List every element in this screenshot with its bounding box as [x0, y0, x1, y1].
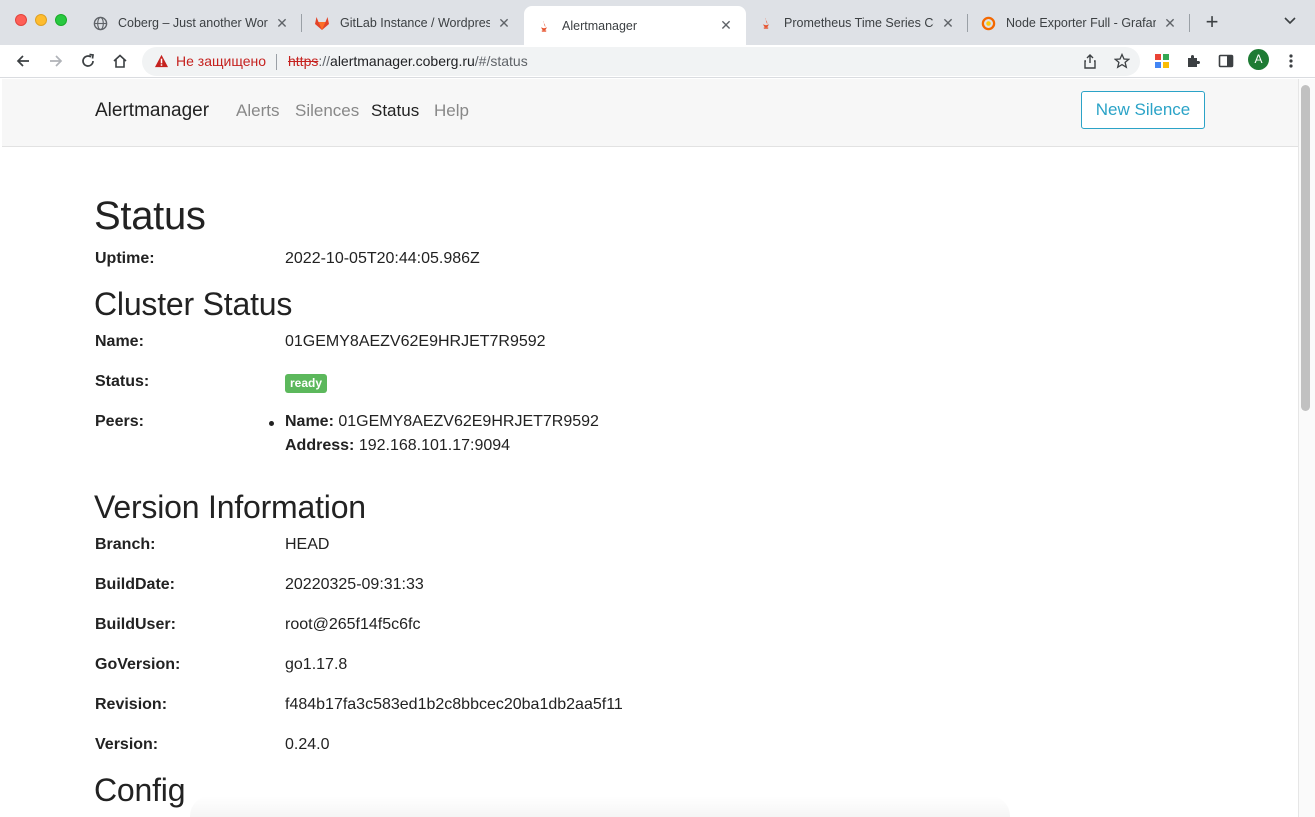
tab-title: GitLab Instance / Wordpress	[340, 16, 490, 30]
tab-divider	[1189, 14, 1190, 32]
bookmark-star-icon[interactable]	[1113, 52, 1131, 70]
cluster-status-label: Status:	[95, 373, 150, 390]
url-scheme: https	[288, 53, 319, 69]
close-tab-icon[interactable]: ✕	[274, 15, 290, 32]
maximize-window-button[interactable]	[55, 14, 67, 26]
grafana-icon	[980, 15, 996, 31]
build-date-value: 20220325-09:31:33	[285, 576, 424, 593]
gitlab-icon	[314, 15, 330, 31]
warning-icon[interactable]	[154, 54, 169, 73]
share-icon[interactable]	[1081, 52, 1099, 70]
go-version-value: go1.17.8	[285, 656, 348, 673]
uptime-value: 2022-10-05T20:44:05.986Z	[285, 250, 480, 267]
tab-title: Alertmanager	[562, 18, 638, 33]
reload-button[interactable]	[76, 49, 100, 73]
omnibox-divider	[276, 54, 277, 70]
browser-menu-button[interactable]	[1280, 50, 1302, 72]
prometheus-icon	[758, 15, 774, 31]
version-info-heading: Version Information	[94, 489, 366, 525]
reading-list-icon[interactable]	[1215, 50, 1237, 72]
url-separator: ://	[318, 53, 331, 69]
new-tab-button[interactable]: +	[1200, 11, 1224, 35]
url-text[interactable]: https://alertmanager.coberg.ru/#/status	[288, 53, 528, 69]
peer-name-value: 01GEMY8AEZV62E9HRJET7R9592	[338, 413, 599, 430]
close-tab-icon[interactable]: ✕	[940, 15, 956, 32]
chevron-down-icon	[1284, 17, 1296, 25]
nav-link-status[interactable]: Status	[371, 101, 419, 121]
home-button[interactable]	[108, 49, 132, 73]
arrow-right-icon	[50, 55, 63, 67]
peer-name: Name: 01GEMY8AEZV62E9HRJET7R9592	[285, 413, 599, 431]
browser-tab[interactable]: GitLab Instance / Wordpress ✕	[302, 6, 524, 40]
page-title: Status	[94, 194, 206, 238]
url-host: alertmanager.coberg.ru	[330, 53, 475, 69]
tab-title: Prometheus Time Series Co	[784, 16, 934, 30]
revision-value: f484b17fa3c583ed1b2c8bbcec20ba1db2aa5f11	[285, 696, 623, 713]
go-version-label: GoVersion:	[95, 656, 181, 673]
scrollbar-thumb[interactable]	[1301, 85, 1310, 411]
tab-title: Coberg – Just another Word	[118, 16, 268, 30]
bottom-shadow	[190, 796, 1010, 817]
minimize-window-button[interactable]	[35, 14, 47, 26]
nav-link-silences[interactable]: Silences	[295, 101, 359, 121]
reload-icon	[82, 53, 94, 67]
arrow-left-icon	[16, 55, 29, 67]
page-content: Alertmanager Alerts Silences Status Help…	[2, 79, 1298, 817]
build-date-label: BuildDate:	[95, 576, 175, 593]
close-tab-icon[interactable]: ✕	[1162, 15, 1178, 32]
prometheus-icon	[536, 18, 552, 34]
cluster-name-value: 01GEMY8AEZV62E9HRJET7R9592	[285, 333, 546, 350]
peer-name-label: Name:	[285, 413, 334, 430]
tab-title: Node Exporter Full - Grafan	[1006, 16, 1156, 30]
forward-button[interactable]	[44, 49, 68, 73]
uptime-label: Uptime:	[95, 250, 155, 267]
build-user-value: root@265f14f5c6fc	[285, 616, 421, 633]
revision-label: Revision:	[95, 696, 168, 713]
tab-search-button[interactable]	[1280, 13, 1300, 33]
build-user-label: BuildUser:	[95, 616, 176, 633]
branch-value: HEAD	[285, 536, 330, 553]
security-status-label[interactable]: Не защищено	[176, 53, 266, 69]
app-navbar: Alertmanager Alerts Silences Status Help…	[2, 79, 1298, 147]
browser-tab-active[interactable]: Alertmanager ✕	[524, 6, 746, 45]
brand-link[interactable]: Alertmanager	[95, 100, 209, 122]
config-heading: Config	[94, 772, 186, 808]
extensions-puzzle-icon[interactable]	[1183, 50, 1205, 72]
extension-apps-icon[interactable]	[1151, 50, 1173, 72]
back-button[interactable]	[11, 49, 35, 73]
browser-tab[interactable]: Coberg – Just another Word ✕	[80, 6, 302, 40]
close-tab-icon[interactable]: ✕	[496, 15, 512, 32]
new-silence-button[interactable]: New Silence	[1081, 91, 1205, 129]
status-badge: ready	[285, 374, 328, 393]
browser-tab[interactable]: Node Exporter Full - Grafan ✕	[968, 6, 1190, 40]
peer-address: Address: 192.168.101.17:9094	[285, 437, 510, 455]
more-vertical-icon	[1289, 54, 1293, 68]
close-window-button[interactable]	[15, 14, 27, 26]
profile-avatar[interactable]: A	[1248, 49, 1269, 70]
browser-toolbar: Не защищено https://alertmanager.coberg.…	[0, 45, 1315, 78]
nav-link-help[interactable]: Help	[434, 101, 469, 121]
address-bar[interactable]: Не защищено https://alertmanager.coberg.…	[142, 47, 1140, 76]
peers-label: Peers:	[95, 413, 144, 430]
close-tab-icon[interactable]: ✕	[718, 17, 734, 34]
version-value: 0.24.0	[285, 736, 330, 753]
url-path: /#/status	[474, 53, 528, 69]
globe-icon	[92, 15, 108, 31]
cluster-status-heading: Cluster Status	[94, 286, 293, 322]
peer-address-label: Address:	[285, 437, 355, 454]
cluster-name-label: Name:	[95, 333, 144, 350]
browser-tabstrip: Coberg – Just another Word ✕ GitLab Inst…	[0, 0, 1315, 45]
list-bullet	[269, 421, 274, 426]
nav-link-alerts[interactable]: Alerts	[236, 101, 279, 121]
peer-address-value: 192.168.101.17:9094	[358, 437, 511, 454]
home-icon	[113, 54, 127, 68]
branch-label: Branch:	[95, 536, 156, 553]
browser-tab[interactable]: Prometheus Time Series Co ✕	[746, 6, 968, 40]
version-label: Version:	[95, 736, 159, 753]
